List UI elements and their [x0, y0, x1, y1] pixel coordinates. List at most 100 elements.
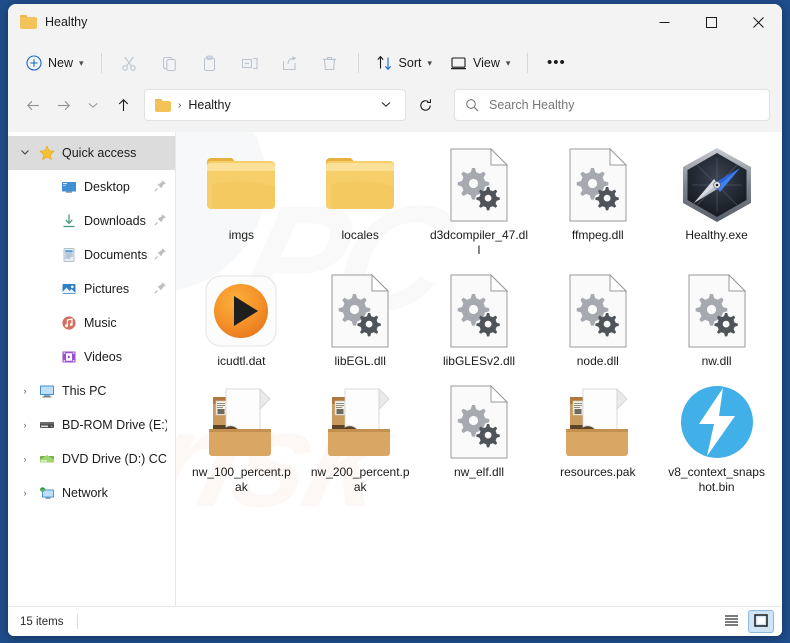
file-tile[interactable]: nw_200_percent.pak — [301, 377, 420, 503]
share-icon — [281, 55, 298, 72]
chevron-down-icon: ▾ — [427, 57, 433, 68]
share-button[interactable] — [271, 48, 309, 78]
view-button[interactable]: View ▾ — [442, 48, 518, 78]
file-tile[interactable]: libGLESv2.dll — [420, 266, 539, 377]
sidebar-item-downloads[interactable]: Downloads — [8, 204, 175, 238]
sort-button[interactable]: Sort ▾ — [368, 48, 440, 78]
file-tile[interactable]: Healthy.exe — [657, 140, 776, 266]
file-tile[interactable]: node.dll — [538, 266, 657, 377]
up-button[interactable] — [108, 90, 138, 120]
folder-icon — [321, 146, 399, 224]
file-name: nw_elf.dll — [453, 465, 504, 479]
toolbar-divider — [100, 53, 102, 73]
videos-icon — [58, 349, 80, 365]
recent-locations-button[interactable] — [78, 90, 108, 120]
sidebar-item-this-pc[interactable]: › This PC — [8, 374, 175, 408]
chevron-right-icon[interactable]: › — [14, 454, 36, 464]
dll-gears-icon — [559, 146, 637, 224]
downloads-icon — [58, 213, 80, 229]
file-tile[interactable]: ffmpeg.dll — [538, 140, 657, 266]
copy-button[interactable] — [151, 48, 189, 78]
file-tile[interactable]: imgs — [182, 140, 301, 266]
sidebar-item-music[interactable]: Music — [8, 306, 175, 340]
new-button[interactable]: New ▾ — [18, 48, 92, 78]
search-icon — [465, 98, 479, 112]
pin-icon[interactable] — [154, 281, 167, 297]
package-box-icon — [202, 383, 280, 461]
dll-gears-icon — [321, 272, 399, 350]
sidebar-item-label: Pictures — [84, 282, 130, 296]
breadcrumb-current: Healthy — [188, 98, 231, 112]
file-grid: imgs locales d3dcompiler_47.dll ffmpeg.d… — [176, 132, 782, 503]
forward-button[interactable] — [48, 90, 78, 120]
pin-icon[interactable] — [154, 213, 167, 229]
sidebar-item-label: Quick access — [62, 146, 137, 160]
file-name: nw_100_percent.pak — [192, 465, 291, 494]
sidebar-item-label: Videos — [84, 350, 122, 364]
file-tile[interactable]: libEGL.dll — [301, 266, 420, 377]
sidebar-item-label: Network — [62, 486, 108, 500]
large-icons-view-button[interactable] — [748, 610, 774, 633]
file-name: v8_context_snapshot.bin — [668, 465, 765, 494]
sidebar-item-label: This PC — [62, 384, 107, 398]
file-tile[interactable]: locales — [301, 140, 420, 266]
toolbar-divider-2 — [357, 53, 359, 73]
sidebar-item-bd-rom-drive[interactable]: › BD-ROM Drive (E:) C — [8, 408, 175, 442]
breadcrumb-chevron-down-icon[interactable] — [371, 98, 401, 113]
file-tile[interactable]: icudtl.dat — [182, 266, 301, 377]
sidebar-item-quick-access[interactable]: Quick access — [8, 136, 175, 170]
sidebar-item-desktop[interactable]: Desktop — [8, 170, 175, 204]
maximize-button[interactable] — [688, 4, 735, 40]
folder-icon — [202, 146, 280, 224]
chevron-down-icon: ▾ — [79, 57, 84, 68]
more-options-button[interactable]: ••• — [537, 48, 575, 78]
file-name: imgs — [228, 228, 255, 242]
cut-button[interactable] — [111, 48, 149, 78]
close-button[interactable] — [735, 4, 782, 40]
breadcrumb[interactable]: › Healthy — [144, 89, 406, 121]
dll-gears-icon — [440, 146, 518, 224]
chevron-right-icon[interactable]: › — [14, 420, 36, 430]
file-name: nw_200_percent.pak — [310, 465, 410, 494]
blue-bolt-icon — [678, 383, 756, 461]
file-tile[interactable]: v8_context_snapshot.bin — [657, 377, 776, 503]
file-name: nw.dll — [701, 354, 732, 368]
details-view-button[interactable] — [718, 610, 744, 633]
ellipsis-icon: ••• — [547, 54, 566, 71]
desktop-background: Healthy New ▾ Sort ▾ View ▾ ••• › Health… — [0, 0, 790, 643]
sidebar-item-documents[interactable]: Documents — [8, 238, 175, 272]
file-tile[interactable]: nw_elf.dll — [420, 377, 539, 503]
file-tile[interactable]: nw.dll — [657, 266, 776, 377]
network-icon — [36, 485, 58, 501]
rename-icon — [241, 55, 259, 72]
sidebar-item-pictures[interactable]: Pictures — [8, 272, 175, 306]
pictures-icon — [58, 281, 80, 297]
breadcrumb-separator: › — [178, 99, 182, 111]
chevron-right-icon[interactable]: › — [14, 386, 36, 396]
minimize-button[interactable] — [641, 4, 688, 40]
file-tile[interactable]: d3dcompiler_47.dll — [420, 140, 539, 266]
pin-icon[interactable] — [154, 179, 167, 195]
address-bar: › Healthy — [8, 86, 782, 132]
sidebar-item-network[interactable]: › Network — [8, 476, 175, 510]
sidebar-item-dvd-drive[interactable]: › DVD Drive (D:) CCCC — [8, 442, 175, 476]
documents-icon — [58, 247, 80, 263]
refresh-button[interactable] — [410, 90, 440, 120]
rename-button[interactable] — [231, 48, 269, 78]
file-tile[interactable]: nw_100_percent.pak — [182, 377, 301, 503]
search-box[interactable] — [454, 89, 770, 121]
file-tile[interactable]: resources.pak — [538, 377, 657, 503]
delete-button[interactable] — [311, 48, 349, 78]
arrow-up-icon — [116, 98, 131, 113]
title-bar-left: Healthy — [8, 15, 87, 29]
chevron-right-icon[interactable]: › — [14, 488, 36, 498]
dvd-drive-icon — [36, 451, 58, 467]
paste-button[interactable] — [191, 48, 229, 78]
back-button[interactable] — [18, 90, 48, 120]
search-input[interactable] — [489, 98, 759, 112]
sidebar-item-videos[interactable]: Videos — [8, 340, 175, 374]
file-list-pane[interactable]: PC risk imgs locales d3dcompiler_47.dll … — [176, 132, 782, 606]
pin-icon[interactable] — [154, 247, 167, 263]
view-button-label: View — [473, 56, 500, 70]
chevron-down-icon[interactable] — [14, 147, 36, 159]
